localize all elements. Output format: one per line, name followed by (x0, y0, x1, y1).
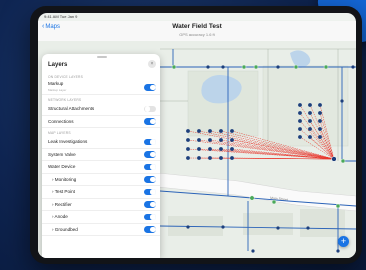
device-point[interactable] (197, 138, 201, 142)
add-button[interactable]: + (338, 236, 349, 247)
layer-label: Structural Attachments (48, 106, 95, 111)
device-point[interactable] (298, 111, 302, 115)
device-point[interactable] (219, 138, 223, 142)
layer-label: System Valve (48, 151, 76, 157)
layer-row-structural-attachments[interactable]: Structural Attachments (42, 103, 160, 116)
device-point[interactable] (219, 129, 223, 133)
device-point[interactable] (308, 111, 312, 115)
layer-toggle-markup[interactable] (144, 84, 156, 91)
panel-grabber[interactable] (97, 56, 107, 58)
device-point[interactable] (318, 103, 322, 107)
app-screen: 9:41 AM Tue Jan 9 ‹ Maps Water Field Tes… (38, 13, 356, 258)
layer-toggle-groundbed[interactable] (144, 226, 156, 233)
device-point[interactable] (308, 103, 312, 107)
layer-sublabel: Markup Layer (48, 88, 67, 92)
device-point[interactable] (219, 156, 223, 160)
layer-row-connections[interactable]: Connections (42, 116, 160, 128)
device-point[interactable] (230, 129, 234, 133)
panel-title: Layers (48, 62, 68, 68)
layer-label: Leak Investigations (48, 139, 88, 144)
device-point[interactable] (230, 147, 234, 151)
device-point[interactable] (298, 103, 302, 107)
device-point[interactable] (186, 129, 190, 133)
device-point[interactable] (186, 138, 190, 142)
layer-toggle-monitoring[interactable] (144, 176, 156, 183)
device-point[interactable] (197, 129, 201, 133)
status-date: Tue Jan 9 (59, 14, 78, 19)
device-point[interactable] (197, 147, 201, 151)
device-point[interactable] (186, 156, 190, 160)
device-point[interactable] (298, 135, 302, 139)
device-point[interactable] (208, 147, 212, 151)
connection-hub[interactable] (331, 156, 337, 162)
add-icon: + (340, 236, 347, 246)
device-point[interactable] (308, 135, 312, 139)
layer-label: › Monitoring (52, 176, 77, 182)
device-point[interactable] (298, 127, 302, 131)
layer-label: Connections (48, 118, 74, 124)
layer-label: › Anode (52, 214, 68, 219)
layer-row-rectifier[interactable]: › Rectifier (42, 199, 160, 211)
status-time: 9:41 AM (44, 14, 59, 19)
gps-accuracy: GPS accuracy 1.6 ft (179, 32, 215, 37)
layer-label: › Test Point (52, 189, 75, 194)
device-point[interactable] (197, 156, 201, 160)
device-point[interactable] (208, 156, 212, 160)
layer-toggle-water-device[interactable] (144, 163, 156, 170)
layer-toggle-rectifier[interactable] (144, 201, 156, 208)
device-point[interactable] (230, 138, 234, 142)
device-point[interactable] (186, 147, 190, 151)
layer-row-monitoring[interactable]: › Monitoring (42, 174, 160, 186)
section-header-network: Network Layers (48, 98, 82, 102)
status-bar: 9:41 AM Tue Jan 9 (38, 13, 356, 21)
layer-toggle-connections[interactable] (144, 118, 156, 125)
layer-row-test-point[interactable]: › Test Point (42, 186, 160, 199)
layer-row-water-device[interactable]: Water Device (42, 161, 160, 174)
layers-list: On Device Layers Markup Markup Layer Net… (42, 72, 160, 236)
page-title: Water Field Test (172, 23, 222, 30)
layer-label: › Groundbed (52, 226, 78, 232)
layer-toggle-leak-investigations[interactable] (144, 138, 156, 145)
device-point[interactable] (318, 127, 322, 131)
device-point[interactable] (219, 147, 223, 151)
device-point[interactable] (230, 156, 234, 160)
layer-label: Water Device (48, 164, 76, 169)
layer-row-markup[interactable]: Markup Markup Layer (42, 80, 160, 95)
device-point[interactable] (208, 129, 212, 133)
layer-toggle-test-point[interactable] (144, 188, 156, 195)
navigation-bar: ‹ Maps Water Field Test GPS accuracy 1.6… (38, 21, 356, 42)
device-point[interactable] (208, 138, 212, 142)
layer-toggle-anode[interactable] (144, 213, 156, 220)
device-point[interactable] (308, 119, 312, 123)
close-icon: × (150, 61, 154, 67)
layer-toggle-structural-attachments[interactable] (144, 105, 156, 112)
device-point[interactable] (318, 135, 322, 139)
layer-row-anode[interactable]: › Anode (42, 211, 160, 224)
layer-row-leak-investigations[interactable]: Leak Investigations (42, 136, 160, 149)
layer-row-groundbed[interactable]: › Groundbed (42, 224, 160, 236)
close-button[interactable]: × (148, 60, 156, 68)
device-point[interactable] (298, 119, 302, 123)
device-point[interactable] (318, 111, 322, 115)
section-header-map: Map Layers (48, 131, 71, 135)
layers-panel: Layers × On Device Layers Markup Markup … (42, 54, 160, 258)
device-point[interactable] (318, 119, 322, 123)
device-point[interactable] (308, 127, 312, 131)
layer-row-system-valve[interactable]: System Valve (42, 149, 160, 161)
layer-label: › Rectifier (52, 201, 72, 207)
layer-toggle-system-valve[interactable] (144, 151, 156, 158)
